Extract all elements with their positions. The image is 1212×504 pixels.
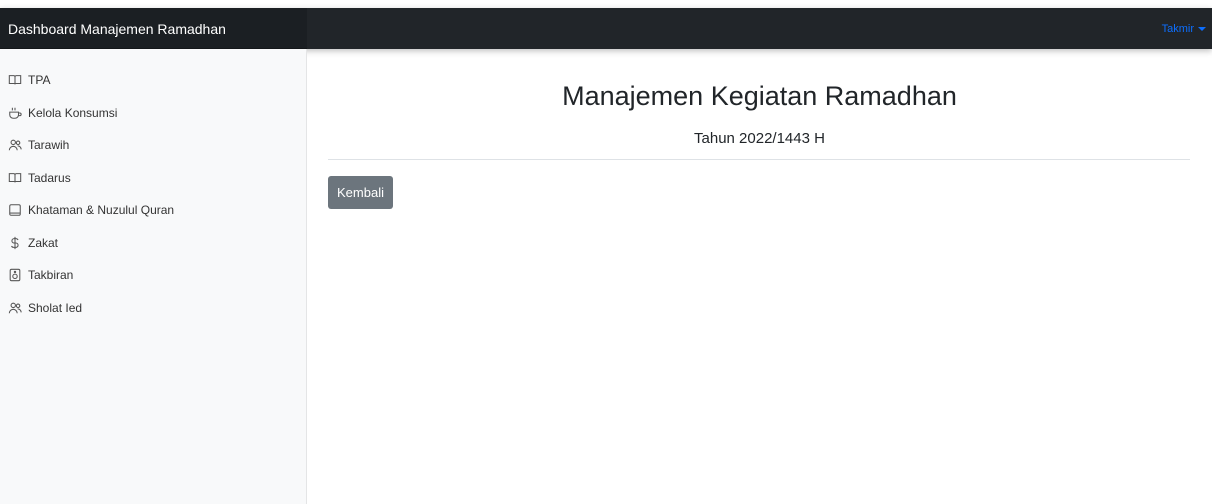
sidebar-item-label: Takbiran bbox=[28, 268, 74, 283]
sidebar: TPA Kelola Konsumsi Tarawih Tadarus Khat… bbox=[0, 49, 307, 504]
cup-icon bbox=[8, 106, 22, 120]
sidebar-item-tarawih[interactable]: Tarawih bbox=[0, 129, 307, 162]
divider bbox=[328, 159, 1190, 160]
book-icon bbox=[8, 73, 22, 87]
book-icon bbox=[8, 171, 22, 185]
sidebar-item-label: Tadarus bbox=[28, 170, 71, 185]
caret-down-icon bbox=[1198, 26, 1206, 31]
sidebar-item-label: Zakat bbox=[28, 235, 59, 250]
speaker-icon bbox=[8, 268, 22, 282]
sidebar-item-label: TPA bbox=[28, 73, 51, 88]
back-button[interactable]: Kembali bbox=[328, 176, 393, 209]
sidebar-item-tpa[interactable]: TPA bbox=[0, 64, 307, 97]
main-content: Manajemen Kegiatan Ramadhan Tahun 2022/1… bbox=[307, 49, 1212, 504]
users-icon bbox=[8, 301, 22, 315]
dollar-icon bbox=[8, 236, 22, 250]
sidebar-item-sholat-ied[interactable]: Sholat Ied bbox=[0, 292, 307, 325]
tablet-icon bbox=[8, 203, 22, 217]
sidebar-item-takbiran[interactable]: Takbiran bbox=[0, 259, 307, 292]
sidebar-item-tadarus[interactable]: Tadarus bbox=[0, 162, 307, 195]
top-navbar: Dashboard Manajemen Ramadhan Takmir bbox=[0, 8, 1212, 49]
sidebar-item-label: Sholat Ied bbox=[28, 300, 83, 315]
user-dropdown[interactable]: Takmir bbox=[1162, 23, 1206, 35]
sidebar-item-kelola-konsumsi[interactable]: Kelola Konsumsi bbox=[0, 97, 307, 130]
sidebar-item-label: Kelola Konsumsi bbox=[28, 105, 118, 120]
page-subtitle: Tahun 2022/1443 H bbox=[694, 130, 825, 147]
sidebar-item-label: Khataman & Nuzulul Quran bbox=[28, 203, 175, 218]
sidebar-item-zakat[interactable]: Zakat bbox=[0, 227, 307, 260]
users-icon bbox=[8, 138, 22, 152]
user-dropdown-label: Takmir bbox=[1161, 22, 1194, 35]
sidebar-item-label: Tarawih bbox=[28, 138, 70, 153]
brand-title[interactable]: Dashboard Manajemen Ramadhan bbox=[0, 8, 307, 49]
page-title: Manajemen Kegiatan Ramadhan bbox=[562, 81, 957, 111]
sidebar-item-khataman[interactable]: Khataman & Nuzulul Quran bbox=[0, 194, 307, 227]
